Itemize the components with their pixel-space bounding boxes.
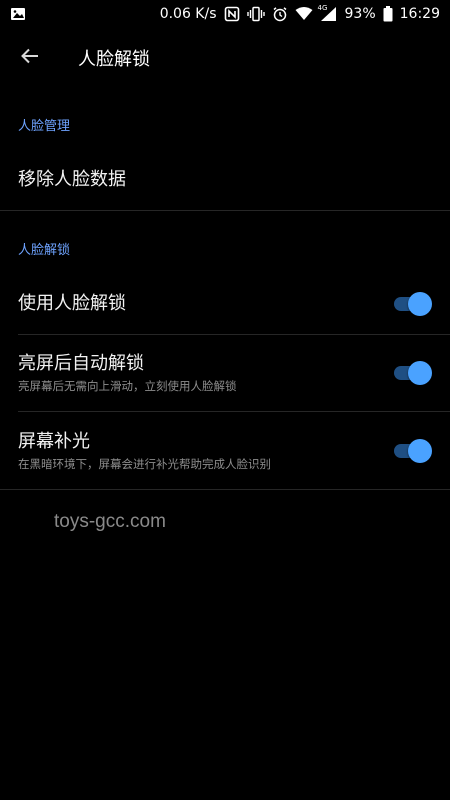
list-item-text: 亮屏后自动解锁 亮屏幕后无需向上滑动，立刻使用人脸解锁 (18, 352, 237, 394)
toggle-thumb (408, 292, 432, 316)
status-bar: 0.06 K/s 4G 93% 16:29 (0, 0, 450, 28)
clock: 16:29 (399, 6, 440, 22)
status-bar-right: 0.06 K/s 4G 93% 16:29 (159, 4, 440, 22)
list-item-text: 屏幕补光 在黑暗环境下，屏幕会进行补光帮助完成人脸识别 (18, 430, 271, 472)
page-title: 人脸解锁 (78, 49, 150, 70)
list-item-summary: 在黑暗环境下，屏幕会进行补光帮助完成人脸识别 (18, 456, 271, 471)
face-unlock-screen: 0.06 K/s 4G 93% 16:29 人脸解锁 人脸管理 移除人脸数据 人… (0, 0, 450, 800)
list-item-auto-unlock-on-wake[interactable]: 亮屏后自动解锁 亮屏幕后无需向上滑动，立刻使用人脸解锁 (0, 335, 450, 411)
screen-fill-light-toggle[interactable] (394, 438, 432, 463)
auto-unlock-toggle[interactable] (394, 361, 432, 385)
list-item-remove-face-data[interactable]: 移除人脸数据 (0, 150, 450, 210)
list-item-screen-fill-light[interactable]: 屏幕补光 在黑暗环境下，屏幕会进行补光帮助完成人脸识别 (0, 412, 450, 489)
list-item-summary: 亮屏幕后无需向上滑动，立刻使用人脸解锁 (18, 379, 237, 393)
vibrate-icon (246, 6, 265, 22)
app-bar: 人脸解锁 (0, 28, 450, 88)
battery-icon (383, 6, 393, 22)
list-item-text: 移除人脸数据 (18, 168, 126, 192)
section-divider (0, 489, 450, 490)
alarm-icon (272, 6, 288, 22)
watermark: toys-gcc.com (54, 511, 166, 532)
wifi-icon (295, 6, 313, 22)
list-item-title: 使用人脸解锁 (18, 293, 126, 314)
list-item-title: 屏幕补光 (18, 430, 90, 452)
toggle-thumb (408, 361, 432, 385)
back-button[interactable] (4, 32, 56, 84)
list-item-title: 移除人脸数据 (18, 169, 126, 190)
section-header-face-management: 人脸管理 (18, 119, 71, 134)
section-divider (0, 210, 450, 211)
status-bar-left (10, 6, 26, 22)
battery-percent: 93% (344, 6, 376, 22)
network-type-badge: 4G (317, 4, 328, 12)
arrow-left-icon (20, 46, 40, 70)
nfc-icon (224, 6, 240, 22)
network-speed: 0.06 K/s (159, 6, 217, 22)
cellular-signal-icon: 4G (317, 4, 338, 22)
image-icon (10, 6, 26, 22)
list-item-title: 亮屏后自动解锁 (18, 353, 144, 374)
list-item-use-face-unlock[interactable]: 使用人脸解锁 (0, 274, 450, 334)
list-item-text: 使用人脸解锁 (18, 292, 126, 316)
section-header-face-unlock: 人脸解锁 (18, 243, 71, 258)
use-face-unlock-toggle[interactable] (394, 292, 432, 316)
toggle-thumb (408, 438, 432, 463)
